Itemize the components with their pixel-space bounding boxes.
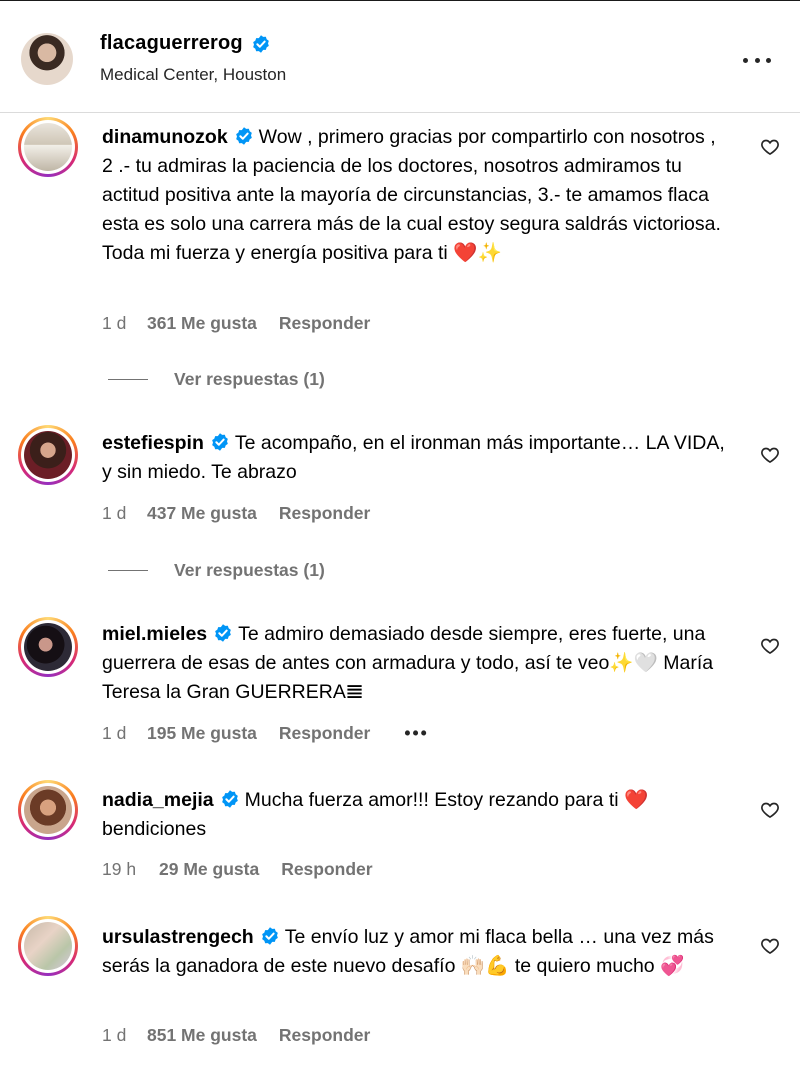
view-replies-button[interactable]: Ver respuestas (1) [108,369,325,390]
comment-body: ursulastrengech Te envío luz y amor mi fl… [102,923,730,981]
verified-icon [215,624,231,642]
verified-icon [221,790,238,808]
emoji-heart-sparkles: ❤️✨ [453,242,502,264]
comment-meta: 1 d 195 Me gusta Responder ••• [102,723,429,744]
like-heart-icon[interactable] [760,936,780,956]
view-replies-label[interactable]: Ver respuestas (1) [174,560,325,581]
like-heart-icon[interactable] [760,800,780,820]
commenter-username[interactable]: dinamunozok [102,126,228,148]
comment-time[interactable]: 1 d [102,313,147,334]
reply-button[interactable]: Responder [281,859,372,880]
post-location[interactable]: Medical Center, Houston [100,65,286,85]
more-options-icon[interactable] [743,57,771,63]
reply-button[interactable]: Responder [279,1025,370,1046]
like-heart-icon[interactable] [760,137,780,157]
replies-divider-line [108,570,148,571]
comment-meta: 1 d 851 Me gusta Responder [102,1025,370,1046]
comment-text-continued: te quiero mucho [509,955,661,977]
comment-likes[interactable]: 851 Me gusta [147,1025,257,1046]
view-replies-button[interactable]: Ver respuestas (1) [108,560,325,581]
commenter-username[interactable]: estefiespin [102,432,204,454]
commenter-avatar[interactable] [18,617,78,677]
comment-body: miel.mieles Te admiro demasiado desde sie… [102,620,730,707]
emoji-sparkles-white-heart: ✨🤍 [609,652,658,674]
author-avatar[interactable] [21,33,73,85]
verified-icon [253,34,269,53]
commenter-username[interactable]: nadia_mejia [102,789,214,811]
author-username-row[interactable]: flacaguerrerog [100,32,271,55]
comment-body: nadia_mejia Mucha fuerza amor!!! Estoy re… [102,786,730,844]
reply-button[interactable]: Responder [279,503,370,524]
comment-meta: 19 h 29 Me gusta Responder [102,859,373,880]
like-heart-icon[interactable] [760,445,780,465]
verified-icon [212,433,228,451]
comment-time[interactable]: 1 d [102,503,147,524]
instagram-post-comments: flacaguerrerog Medical Center, Houston d… [0,0,800,1075]
commenter-username[interactable]: miel.mieles [102,623,207,645]
comment-likes[interactable]: 437 Me gusta [147,503,257,524]
comment-time[interactable]: 1 d [102,723,147,744]
reply-button[interactable]: Responder [279,313,370,334]
reply-button[interactable]: Responder [279,723,370,744]
comment-likes[interactable]: 361 Me gusta [147,313,257,334]
comment-time[interactable]: 19 h [102,859,159,880]
post-header: flacaguerrerog Medical Center, Houston [0,1,800,113]
emoji-two-hearts: 💞 [660,955,685,977]
verified-icon [261,927,278,945]
emoji-flag: 𝌆 [345,681,364,703]
commenter-avatar[interactable] [18,117,78,177]
verified-icon [235,127,252,145]
view-replies-label[interactable]: Ver respuestas (1) [174,369,325,390]
comment-body: dinamunozok Wow , primero gracias por com… [102,123,730,268]
emoji-raised-hands-muscle: 🙌🏻💪 [460,955,510,977]
comment-text-continued: bendiciones [102,818,207,840]
comment-body: estefiespin Te acompaño, en el ironman má… [102,429,730,487]
author-username[interactable]: flacaguerrerog [100,32,243,55]
commenter-username[interactable]: ursulastrengech [102,926,254,948]
comment-likes[interactable]: 29 Me gusta [159,859,259,880]
comment-time[interactable]: 1 d [102,1025,147,1046]
like-heart-icon[interactable] [760,636,780,656]
comment-more-options[interactable]: ••• [404,723,428,744]
comment-meta: 1 d 437 Me gusta Responder [102,503,370,524]
comment-text: Mucha fuerza amor!!! Estoy rezando para … [244,789,624,811]
comment-meta: 1 d 361 Me gusta Responder [102,313,370,334]
emoji-red-heart: ❤️ [624,789,649,811]
commenter-avatar[interactable] [18,780,78,840]
replies-divider-line [108,379,148,380]
commenter-avatar[interactable] [18,425,78,485]
commenter-avatar[interactable] [18,916,78,976]
comment-likes[interactable]: 195 Me gusta [147,723,257,744]
